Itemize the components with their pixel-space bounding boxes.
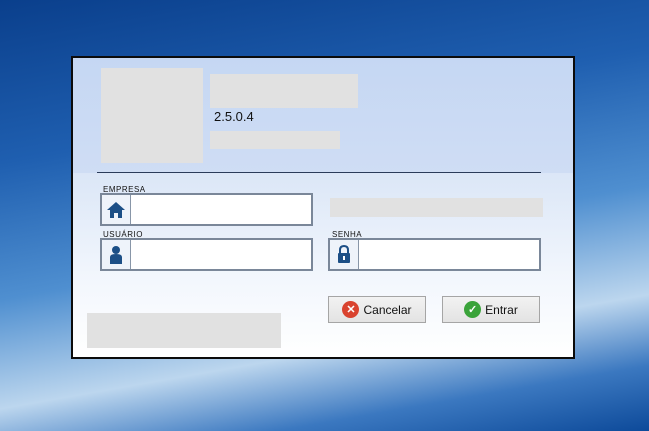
app-name-redacted [210, 74, 358, 108]
senha-field[interactable] [328, 238, 541, 271]
login-window: 2.5.0.4 EMPRESA USUÁRIO SENHA ✕ Cancelar… [71, 56, 575, 359]
empresa-input[interactable] [131, 195, 311, 224]
info-redacted [210, 131, 340, 149]
footer-redacted [87, 313, 281, 348]
cancel-button[interactable]: ✕ Cancelar [328, 296, 426, 323]
empresa-field[interactable] [100, 193, 313, 226]
enter-button[interactable]: ✓ Entrar [442, 296, 540, 323]
user-icon [102, 240, 131, 269]
usuario-field[interactable] [100, 238, 313, 271]
house-icon [102, 195, 131, 224]
logo-redacted [101, 68, 203, 163]
enter-label: Entrar [485, 302, 518, 317]
header-divider [97, 172, 541, 173]
usuario-input[interactable] [131, 240, 311, 269]
cancel-icon: ✕ [342, 301, 360, 318]
check-icon: ✓ [464, 301, 482, 318]
lock-icon [330, 240, 359, 269]
version-text: 2.5.0.4 [214, 109, 254, 124]
company-name-redacted [330, 198, 543, 217]
senha-input[interactable] [359, 240, 539, 269]
cancel-label: Cancelar [363, 302, 412, 317]
